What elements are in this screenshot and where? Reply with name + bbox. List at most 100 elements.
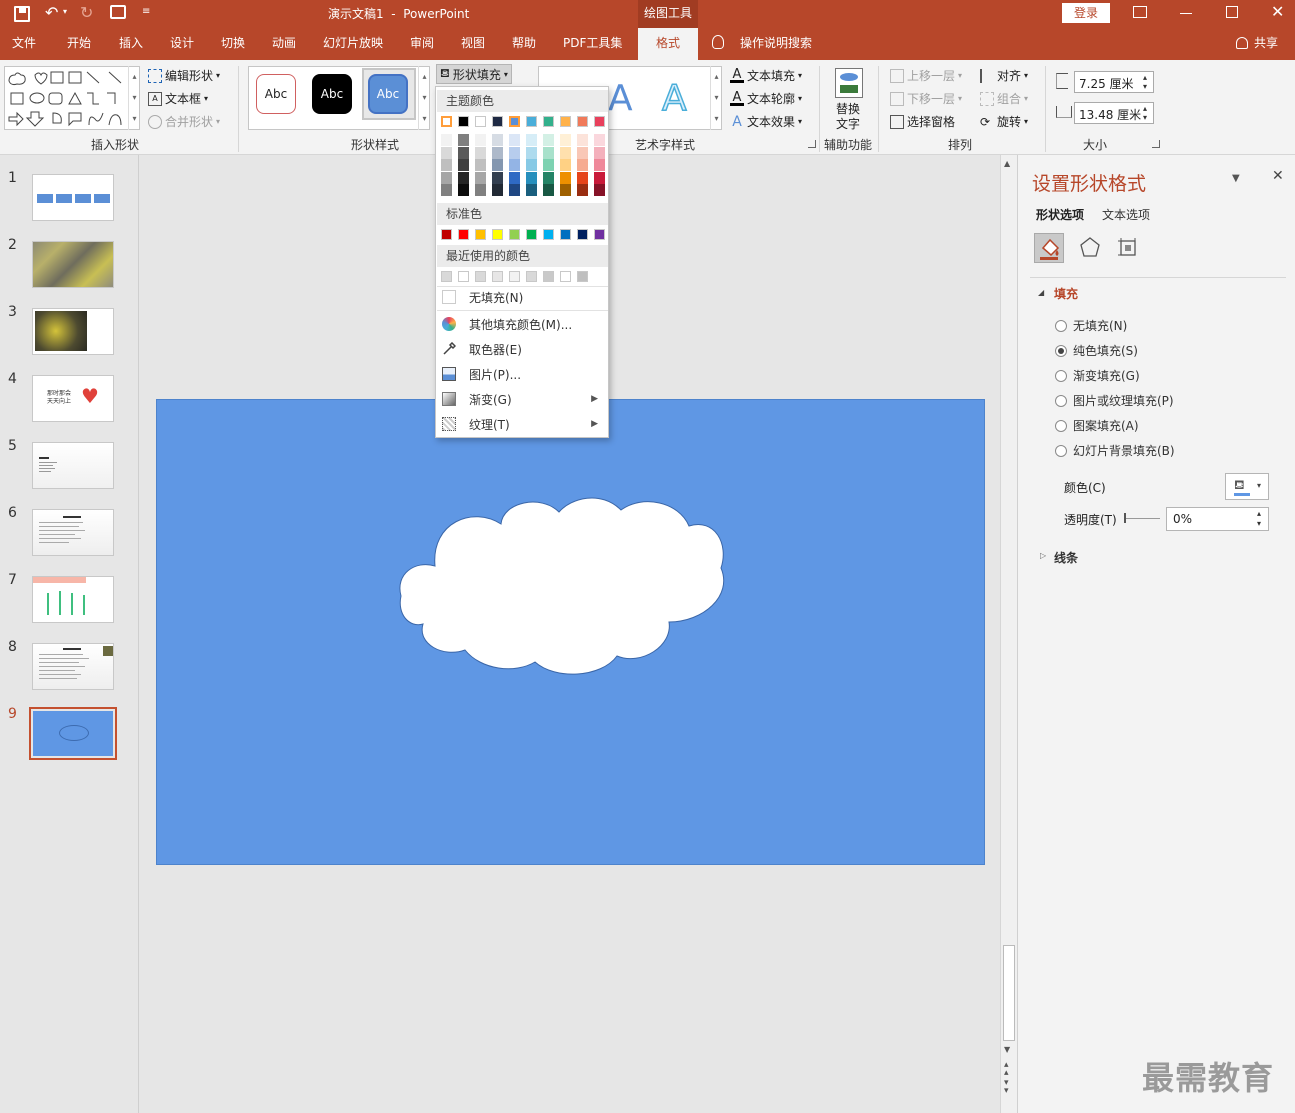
theme-color-tint-swatch[interactable] bbox=[492, 146, 503, 159]
theme-color-swatch[interactable] bbox=[594, 116, 605, 127]
send-backward-button[interactable]: 下移一层 ▾ bbox=[890, 90, 962, 107]
close-icon[interactable]: ✕ bbox=[1271, 2, 1284, 21]
theme-color-tint-swatch[interactable] bbox=[509, 171, 520, 184]
tab-slideshow[interactable]: 幻灯片放映 bbox=[323, 28, 383, 60]
standard-color-swatch[interactable] bbox=[577, 229, 588, 240]
theme-color-tint-swatch[interactable] bbox=[560, 146, 571, 159]
theme-color-tint-swatch[interactable] bbox=[577, 146, 588, 159]
theme-color-tint-swatch[interactable] bbox=[458, 171, 469, 184]
customize-qat-icon[interactable]: ≡ bbox=[142, 6, 150, 17]
standard-color-swatch[interactable] bbox=[509, 229, 520, 240]
slide-thumbnail-5[interactable] bbox=[32, 442, 114, 489]
tell-me-search[interactable]: 操作说明搜索 bbox=[740, 28, 812, 60]
tab-format[interactable]: 格式 bbox=[638, 28, 698, 60]
theme-color-tint-swatch[interactable] bbox=[475, 134, 486, 146]
scroll-up-icon[interactable]: ▲ bbox=[1004, 159, 1010, 168]
theme-color-tint-swatch[interactable] bbox=[543, 184, 554, 196]
tab-pdf-tools[interactable]: PDF工具集 bbox=[563, 28, 622, 60]
fill-section-collapse-icon[interactable]: ◢ bbox=[1038, 288, 1044, 297]
theme-color-swatch[interactable] bbox=[526, 116, 537, 127]
shape-width-input[interactable]: 13.48 厘米 ▴ ▾ bbox=[1074, 102, 1154, 124]
transparency-slider[interactable] bbox=[1124, 513, 1160, 523]
texture-fill-option[interactable]: 纹理(T) ▶ bbox=[436, 412, 608, 436]
shape-fill-button[interactable]: ⛾ 形状填充 ▾ bbox=[436, 64, 512, 84]
theme-color-tint-swatch[interactable] bbox=[475, 184, 486, 196]
theme-color-tint-swatch[interactable] bbox=[560, 134, 571, 146]
picture-texture-fill-radio[interactable]: 图片或纹理填充(P) bbox=[1055, 392, 1174, 409]
redo-icon[interactable]: ↻ bbox=[80, 3, 93, 22]
theme-color-tint-swatch[interactable] bbox=[441, 184, 452, 196]
shape-styles-scroll[interactable]: ▴ ▾ ▾ bbox=[418, 66, 430, 130]
minimize-icon[interactable] bbox=[1180, 13, 1192, 14]
theme-color-tint-swatch[interactable] bbox=[526, 146, 537, 159]
theme-color-tint-swatch[interactable] bbox=[492, 134, 503, 146]
shapes-gallery-scroll[interactable]: ▴ ▾ ▾ bbox=[128, 66, 140, 130]
align-button[interactable]: 对齐 ▾ bbox=[980, 67, 1028, 84]
eyedropper-option[interactable]: 取色器(E) bbox=[436, 337, 608, 361]
color-picker-button[interactable]: ⛾ ▾ bbox=[1225, 473, 1269, 500]
scroll-down-icon[interactable]: ▼ bbox=[1004, 1045, 1010, 1054]
tab-design[interactable]: 设计 bbox=[170, 28, 194, 60]
standard-color-swatch[interactable] bbox=[458, 229, 469, 240]
recent-color-swatch[interactable] bbox=[475, 271, 486, 282]
recent-color-swatch[interactable] bbox=[526, 271, 537, 282]
theme-color-swatch[interactable] bbox=[458, 116, 469, 127]
wordart-scroll[interactable]: ▴ ▾ ▾ bbox=[710, 66, 722, 130]
slide-thumbnail-3[interactable] bbox=[32, 308, 114, 355]
slide-9-canvas[interactable] bbox=[156, 399, 985, 865]
theme-color-tint-swatch[interactable] bbox=[526, 159, 537, 171]
slide-thumbnail-1[interactable] bbox=[32, 174, 114, 221]
theme-color-swatch[interactable] bbox=[441, 116, 452, 127]
maximize-icon[interactable] bbox=[1226, 6, 1238, 18]
slide-thumbnail-2[interactable] bbox=[32, 241, 114, 288]
width-spinner[interactable]: ▴ ▾ bbox=[1143, 104, 1147, 122]
ribbon-display-options-icon[interactable] bbox=[1133, 6, 1147, 18]
tab-file[interactable]: 文件 bbox=[12, 28, 36, 60]
picture-fill-option[interactable]: 图片(P)... bbox=[436, 362, 608, 386]
theme-color-tint-swatch[interactable] bbox=[441, 146, 452, 159]
tab-insert[interactable]: 插入 bbox=[119, 28, 143, 60]
theme-color-tint-swatch[interactable] bbox=[492, 159, 503, 171]
theme-color-tint-swatch[interactable] bbox=[594, 159, 605, 171]
slide-thumbnail-8[interactable] bbox=[32, 643, 114, 690]
next-slide-icon[interactable]: ▾ ▾ bbox=[1004, 1079, 1009, 1096]
theme-color-tint-swatch[interactable] bbox=[492, 171, 503, 184]
tab-transitions[interactable]: 切换 bbox=[221, 28, 245, 60]
theme-color-tint-swatch[interactable] bbox=[441, 171, 452, 184]
line-section-expand-icon[interactable]: ▷ bbox=[1040, 551, 1046, 560]
size-dialog-launcher-icon[interactable] bbox=[1152, 140, 1160, 148]
slide-thumbnail-9[interactable] bbox=[29, 707, 117, 760]
shape-style-preset-1[interactable]: Abc bbox=[256, 74, 296, 114]
recent-color-swatch[interactable] bbox=[458, 271, 469, 282]
standard-color-swatch[interactable] bbox=[492, 229, 503, 240]
tab-help[interactable]: 帮助 bbox=[512, 28, 536, 60]
standard-color-swatch[interactable] bbox=[441, 229, 452, 240]
theme-color-tint-swatch[interactable] bbox=[441, 134, 452, 146]
tab-home[interactable]: 开始 bbox=[67, 28, 91, 60]
standard-color-swatch[interactable] bbox=[594, 229, 605, 240]
theme-color-tint-swatch[interactable] bbox=[458, 134, 469, 146]
cloud-shape[interactable] bbox=[395, 496, 731, 680]
wordart-dialog-launcher-icon[interactable] bbox=[808, 140, 816, 148]
theme-color-tint-swatch[interactable] bbox=[543, 171, 554, 184]
theme-color-tint-swatch[interactable] bbox=[560, 159, 571, 171]
tab-text-options[interactable]: 文本选项 bbox=[1102, 206, 1150, 223]
theme-color-tint-swatch[interactable] bbox=[458, 184, 469, 196]
theme-color-tint-swatch[interactable] bbox=[526, 134, 537, 146]
theme-color-tint-swatch[interactable] bbox=[526, 171, 537, 184]
transparency-spinner[interactable]: ▴ ▾ bbox=[1257, 509, 1261, 529]
slide-thumbnail-4[interactable]: 那时那会 天天向上 ♥ bbox=[32, 375, 114, 422]
recent-color-swatch[interactable] bbox=[543, 271, 554, 282]
selection-pane-button[interactable]: 选择窗格 bbox=[890, 113, 955, 130]
theme-color-tint-swatch[interactable] bbox=[560, 171, 571, 184]
standard-color-swatch[interactable] bbox=[560, 229, 571, 240]
theme-color-tint-swatch[interactable] bbox=[458, 159, 469, 171]
fill-section-header[interactable]: 填充 bbox=[1054, 285, 1078, 302]
theme-color-tint-swatch[interactable] bbox=[594, 146, 605, 159]
standard-color-swatch[interactable] bbox=[475, 229, 486, 240]
login-button[interactable]: 登录 bbox=[1062, 3, 1110, 23]
theme-color-tint-swatch[interactable] bbox=[509, 184, 520, 196]
theme-color-swatch[interactable] bbox=[492, 116, 503, 127]
tab-shape-options[interactable]: 形状选项 bbox=[1036, 206, 1084, 223]
pane-close-icon[interactable]: ✕ bbox=[1272, 168, 1284, 184]
